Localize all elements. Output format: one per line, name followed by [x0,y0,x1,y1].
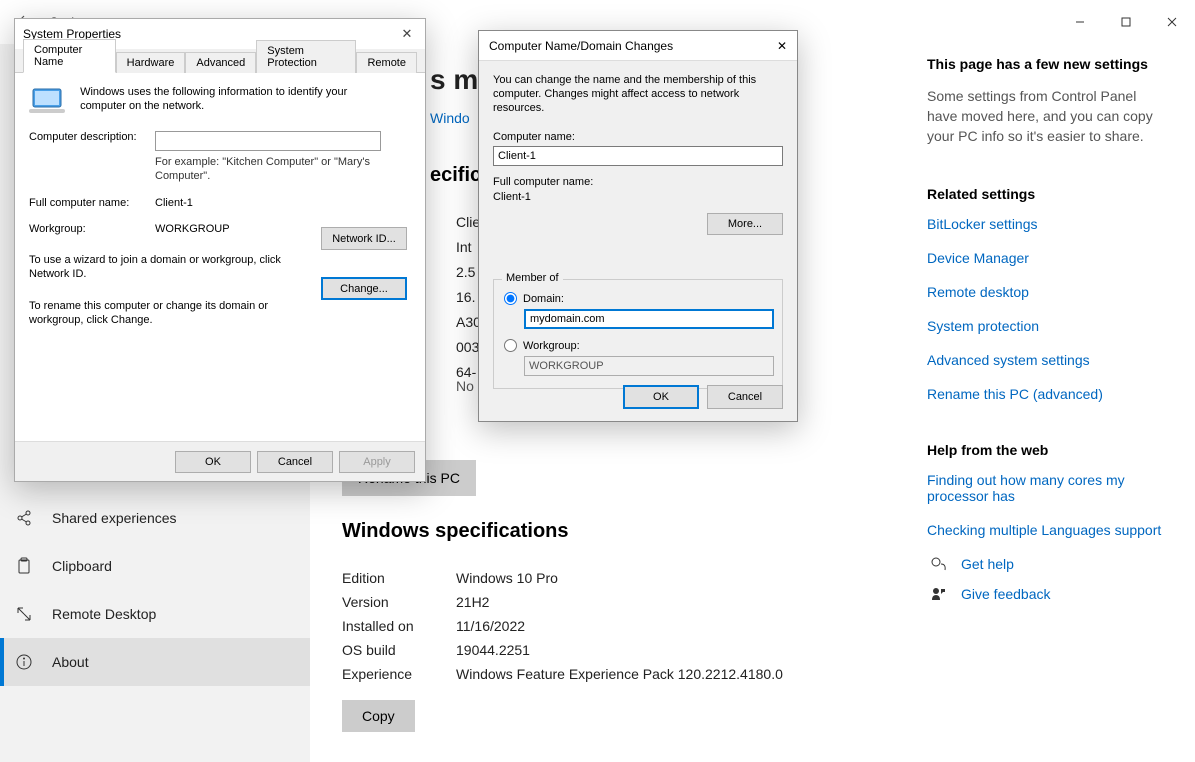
sidebar-item-label: About [52,654,89,670]
link-advanced-system[interactable]: Advanced system settings [927,352,1167,368]
domain-changes-dialog: Computer Name/Domain Changes ✕ You can c… [478,30,798,422]
network-id-button[interactable]: Network ID... [321,227,407,250]
info-icon [14,652,34,672]
domain-radio-label: Domain: [523,293,564,305]
domdlg-titlebar[interactable]: Computer Name/Domain Changes ✕ [479,31,797,61]
get-help-row[interactable]: Get help [927,556,1167,572]
clipboard-icon [14,556,34,576]
system-properties-dialog: System Properties ✕ Computer Name Hardwa… [14,18,426,482]
domdlg-body: You can change the name and the membersh… [479,61,797,401]
related-heading: Related settings [927,186,1167,202]
desc-example: For example: "Kitchen Computer" or "Mary… [155,155,375,183]
sysprop-info: Windows uses the following information t… [80,85,370,113]
sidebar-item-about[interactable]: About [0,638,310,686]
link-fragment[interactable]: Windo [430,110,470,126]
link-bitlocker[interactable]: BitLocker settings [927,216,1167,232]
desc-label: Computer description: [29,131,155,151]
sidebar-item-clipboard[interactable]: Clipboard [0,542,310,590]
tab-advanced[interactable]: Advanced [185,52,256,73]
workgroup-radio-label: Workgroup: [523,340,580,352]
sysprop-apply-button: Apply [339,451,415,473]
get-help-label: Get help [961,556,1014,572]
more-button[interactable]: More... [707,213,783,235]
give-feedback-label: Give feedback [961,586,1051,602]
help-icon [927,556,949,572]
right-column: This page has a few new settings Some se… [927,56,1167,616]
change-button[interactable]: Change... [321,277,407,300]
memberof-legend: Member of [502,272,563,284]
domdlg-footer: OK Cancel [623,385,783,409]
help-link-languages[interactable]: Checking multiple Languages support [927,522,1167,538]
computer-description-input[interactable] [155,131,381,151]
fullname-value: Client-1 [155,197,193,209]
sysprop-tabs: Computer Name Hardware Advanced System P… [15,49,425,73]
close-icon[interactable]: ✕ [397,26,417,42]
share-icon [14,508,34,528]
domain-radio[interactable] [504,292,517,305]
give-feedback-row[interactable]: Give feedback [927,586,1167,602]
workgroup-radio[interactable] [504,339,517,352]
copy-button[interactable]: Copy [342,700,415,732]
fullname-label2: Full computer name: [493,176,783,188]
new-settings-text: Some settings from Control Panel have mo… [927,86,1167,146]
tab-system-protection[interactable]: System Protection [256,40,356,73]
domain-input[interactable] [524,309,774,329]
domdlg-desc: You can change the name and the membersh… [493,73,783,115]
new-settings-heading: This page has a few new settings [927,56,1167,72]
link-remote-desktop[interactable]: Remote desktop [927,284,1167,300]
sysprop-cancel-button[interactable]: Cancel [257,451,333,473]
help-heading: Help from the web [927,442,1167,458]
feedback-icon [927,586,949,602]
workgroup-label: Workgroup: [29,223,155,235]
change-text: To rename this computer or change its do… [29,299,289,327]
domdlg-ok-button[interactable]: OK [623,385,699,409]
tab-remote[interactable]: Remote [356,52,417,73]
workgroup-input [524,356,774,376]
sidebar-item-label: Remote Desktop [52,606,156,622]
close-icon[interactable]: ✕ [777,39,787,53]
computer-name-input[interactable] [493,146,783,166]
domdlg-cancel-button[interactable]: Cancel [707,385,783,409]
windows-spec-table: EditionWindows 10 Pro Version21H2 Instal… [342,566,783,686]
minimize-button[interactable] [1057,7,1103,37]
tab-computer-name[interactable]: Computer Name [23,39,116,73]
workgroup-value: WORKGROUP [155,223,230,235]
computer-icon [29,85,69,117]
wizard-text: To use a wizard to join a domain or work… [29,253,289,281]
memberof-fieldset: Member of Domain: Workgroup: [493,279,783,389]
maximize-button[interactable] [1103,7,1149,37]
windows-spec-heading: Windows specifications [342,520,569,543]
domdlg-title: Computer Name/Domain Changes [489,39,777,53]
remote-desktop-icon [14,604,34,624]
help-link-cores[interactable]: Finding out how many cores my processor … [927,472,1167,504]
sysprop-ok-button[interactable]: OK [175,451,251,473]
sidebar-item-shared-experiences[interactable]: Shared experiences [0,494,310,542]
link-system-protection[interactable]: System protection [927,318,1167,334]
sidebar-item-label: Shared experiences [52,510,177,526]
close-button[interactable] [1149,7,1195,37]
link-device-manager[interactable]: Device Manager [927,250,1167,266]
link-rename-advanced[interactable]: Rename this PC (advanced) [927,386,1167,402]
sysprop-footer: OK Cancel Apply [15,441,425,481]
cname-label: Computer name: [493,131,783,143]
fullname-label: Full computer name: [29,197,155,209]
fullname-value2: Client-1 [493,191,783,203]
sysprop-content: Windows uses the following information t… [15,73,425,441]
tab-hardware[interactable]: Hardware [116,52,186,73]
sidebar-item-remote-desktop[interactable]: Remote Desktop [0,590,310,638]
window-controls [1057,7,1195,37]
sidebar-item-label: Clipboard [52,558,112,574]
